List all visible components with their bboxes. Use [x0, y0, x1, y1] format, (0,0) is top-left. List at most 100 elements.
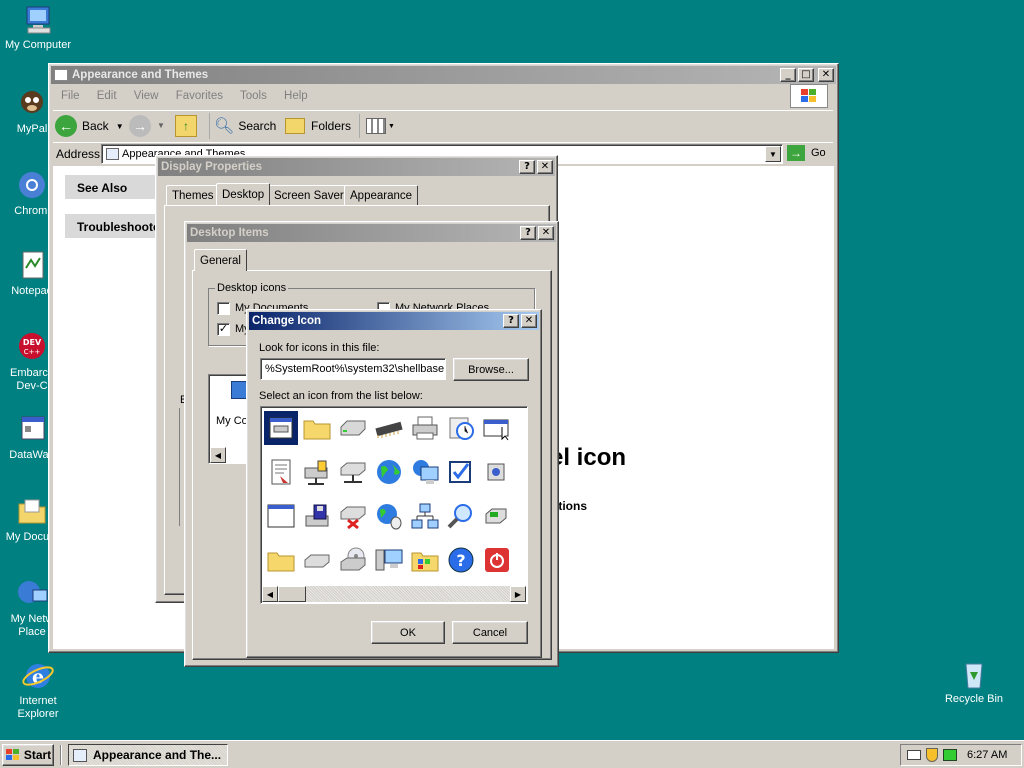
magnifier-icon[interactable]	[444, 499, 478, 533]
drive-icon[interactable]	[336, 411, 370, 445]
memory-chip-icon[interactable]	[372, 411, 406, 445]
folders-button[interactable]: Folders	[285, 113, 351, 139]
folder-icon[interactable]	[264, 543, 298, 577]
security-shield-icon[interactable]	[926, 748, 938, 762]
icon-file-input[interactable]: %SystemRoot%\system32\shellbase	[260, 358, 446, 380]
monitor-globe-icon[interactable]	[408, 455, 442, 489]
menu-edit[interactable]: Edit	[97, 90, 117, 102]
blank-window-icon[interactable]	[264, 499, 298, 533]
display-properties-title: Display Properties	[161, 161, 262, 173]
chromium-icon	[15, 170, 49, 202]
removable-drive-icon[interactable]	[300, 543, 334, 577]
svg-text:DEV: DEV	[23, 338, 42, 347]
display-properties-title-bar[interactable]: Display Properties ? ✕	[158, 158, 555, 176]
window-text-icon[interactable]	[264, 411, 298, 445]
address-page-icon	[106, 148, 119, 160]
go-button[interactable]: → Go	[787, 145, 826, 161]
menu-help[interactable]: Help	[284, 90, 308, 102]
scroll-thumb[interactable]	[278, 586, 306, 602]
disconnected-drive-icon[interactable]	[336, 499, 370, 533]
cancel-button[interactable]: Cancel	[452, 621, 528, 644]
menu-favorites[interactable]: Favorites	[176, 90, 223, 102]
see-also-label: See Also	[77, 181, 128, 195]
close-button[interactable]: ✕	[537, 160, 553, 174]
scroll-left-button[interactable]: ◀	[210, 447, 226, 463]
search-button[interactable]: 🔍︎ Search	[209, 113, 276, 139]
explorer-title-bar[interactable]: Appearance and Themes _ □ ✕	[51, 66, 836, 84]
globe-icon[interactable]	[372, 455, 406, 489]
forward-button[interactable]: →	[129, 115, 151, 137]
views-button[interactable]: ▼	[359, 114, 395, 138]
ok-button[interactable]: OK	[371, 621, 445, 644]
power-icon[interactable]	[480, 543, 514, 577]
printer-icon[interactable]	[408, 411, 442, 445]
chevron-down-icon: ▼	[388, 122, 395, 130]
see-also-header[interactable]: See Also	[65, 175, 165, 199]
windows-logo-icon	[5, 749, 19, 760]
document-icon[interactable]	[264, 455, 298, 489]
desktop-icon-internet-explorer[interactable]: e Internet Explorer	[0, 660, 76, 721]
devcpp-icon: DEV C++	[15, 332, 49, 364]
keyboard-icon[interactable]	[907, 750, 921, 760]
close-button[interactable]: ✕	[818, 68, 834, 82]
network-server-icon[interactable]	[336, 455, 370, 489]
start-button[interactable]: Start	[2, 744, 54, 766]
tab-desktop[interactable]: Desktop	[216, 183, 271, 205]
taskbar-task-appearance[interactable]: Appearance and The...	[68, 744, 228, 766]
check-window-icon[interactable]	[444, 455, 478, 489]
back-label: Back	[82, 119, 109, 133]
maximize-button[interactable]: □	[798, 68, 814, 82]
clock[interactable]: 6:27 AM	[967, 749, 1007, 761]
minimize-button[interactable]: _	[780, 68, 796, 82]
control-panel-folder-icon[interactable]	[408, 543, 442, 577]
icon-list-scrollbar[interactable]: ◀ ▶	[262, 586, 526, 602]
system-tray: 6:27 AM	[900, 744, 1022, 766]
app-icon[interactable]	[480, 455, 514, 489]
menu-bar: File Edit View Favorites Tools Help	[61, 90, 322, 102]
my-documents-checkbox[interactable]	[217, 302, 230, 315]
change-icon-title-bar[interactable]: Change Icon ? ✕	[249, 312, 539, 330]
troubleshooters-header[interactable]: Troubleshoote	[65, 214, 165, 238]
help-button[interactable]: ?	[520, 226, 536, 240]
globe-mouse-icon[interactable]	[372, 499, 406, 533]
tab-general[interactable]: General	[194, 249, 247, 271]
scroll-right-button[interactable]: ▶	[510, 586, 526, 602]
desktop-items-title-bar[interactable]: Desktop Items ? ✕	[187, 224, 556, 242]
chevron-down-icon[interactable]: ▼	[157, 121, 165, 130]
clock-icon[interactable]	[444, 411, 478, 445]
window-cursor-icon[interactable]	[480, 411, 514, 445]
terminal-icon[interactable]	[480, 499, 514, 533]
address-dropdown-button[interactable]: ▼	[765, 146, 781, 162]
browse-button[interactable]: Browse...	[453, 358, 529, 381]
desktop-icon-my-computer[interactable]: My Computer	[0, 4, 76, 52]
up-folder-icon[interactable]: ↑	[175, 115, 197, 137]
help-button[interactable]: ?	[503, 314, 519, 328]
desktop-icon-recycle-bin[interactable]: Recycle Bin	[936, 658, 1012, 706]
help-icon[interactable]: ?	[444, 543, 478, 577]
tab-screen-saver[interactable]: Screen Saver	[268, 185, 350, 205]
cancel-label: Cancel	[472, 626, 508, 639]
close-button[interactable]: ✕	[521, 314, 537, 328]
scroll-left-button[interactable]: ◀	[262, 586, 278, 602]
network-drive-icon[interactable]	[300, 455, 334, 489]
help-button[interactable]: ?	[519, 160, 535, 174]
network-tray-icon[interactable]	[943, 749, 957, 761]
menu-file[interactable]: File	[61, 90, 80, 102]
back-button[interactable]: ← Back ▼	[55, 113, 124, 139]
menu-view[interactable]: View	[134, 90, 159, 102]
icon-list[interactable]: ? ◀ ▶	[260, 406, 528, 604]
close-button[interactable]: ✕	[538, 226, 554, 240]
tab-appearance[interactable]: Appearance	[344, 185, 419, 205]
network-icon[interactable]	[408, 499, 442, 533]
go-label: Go	[811, 147, 826, 159]
cd-drive-icon[interactable]	[336, 543, 370, 577]
desktop-computer-icon[interactable]	[372, 543, 406, 577]
folder-icon[interactable]	[300, 411, 334, 445]
menu-tools[interactable]: Tools	[240, 90, 267, 102]
my-computer-checkbox[interactable]: ✓	[217, 323, 230, 336]
floppy-drive-icon[interactable]	[300, 499, 334, 533]
tab-themes[interactable]: Themes	[166, 185, 220, 205]
start-label: Start	[23, 748, 52, 762]
chevron-down-icon[interactable]: ▼	[116, 122, 124, 131]
troubleshooters-label: Troubleshoote	[77, 220, 160, 234]
